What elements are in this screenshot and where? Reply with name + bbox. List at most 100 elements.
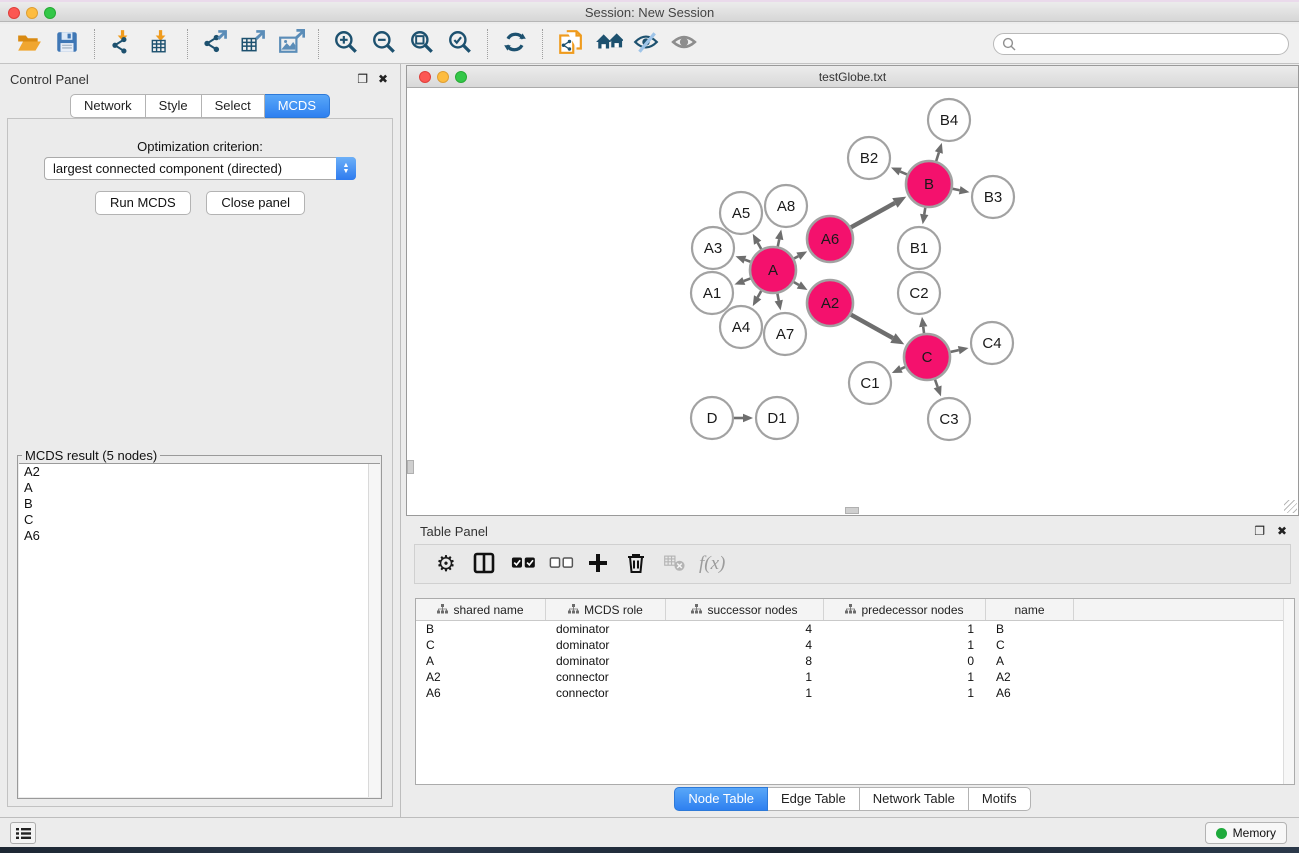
- task-history-button[interactable]: [10, 822, 36, 844]
- network-window-titlebar[interactable]: testGlobe.txt: [407, 66, 1298, 88]
- mcds-result-item[interactable]: A6: [19, 528, 380, 544]
- column-header-successor-nodes[interactable]: successor nodes: [666, 599, 824, 620]
- graph-edge[interactable]: [901, 367, 905, 369]
- add-column-icon: [586, 551, 610, 578]
- graph-edge[interactable]: [950, 350, 958, 352]
- show-graphics-button[interactable]: [668, 28, 700, 60]
- duplicate-network-button[interactable]: [554, 28, 586, 60]
- criterion-dropdown[interactable]: largest connected component (directed) ▲…: [44, 157, 356, 180]
- node-label: C4: [982, 335, 1001, 352]
- mcds-result-item[interactable]: A: [19, 480, 380, 496]
- control-panel-title: Control Panel: [10, 72, 89, 87]
- table-cell: 1: [666, 669, 824, 685]
- table-panel-title: Table Panel: [420, 524, 488, 539]
- table-cell: A: [986, 653, 1074, 669]
- home-button[interactable]: [592, 28, 624, 60]
- import-network-button[interactable]: [106, 28, 138, 60]
- graph-edge[interactable]: [745, 260, 751, 262]
- graph-edge[interactable]: [924, 208, 925, 215]
- table-cell: connector: [546, 669, 666, 685]
- export-table-button[interactable]: [237, 28, 269, 60]
- columns-button[interactable]: [469, 549, 499, 579]
- delete-table-button[interactable]: [659, 549, 689, 579]
- window-resize-grip[interactable]: [1284, 500, 1297, 513]
- mcds-result-list[interactable]: A2ABCA6: [19, 463, 380, 797]
- settings-gear-button[interactable]: ⚙: [431, 549, 461, 579]
- column-header-MCDS-role[interactable]: MCDS role: [546, 599, 666, 620]
- graph-edge[interactable]: [851, 315, 893, 338]
- table-row[interactable]: Bdominator41B: [416, 621, 1294, 637]
- memory-button[interactable]: Memory: [1205, 822, 1287, 844]
- run-mcds-button[interactable]: Run MCDS: [95, 191, 191, 215]
- result-list-scrollbar[interactable]: [368, 464, 380, 797]
- graph-edge[interactable]: [851, 203, 895, 227]
- mcds-result-item[interactable]: C: [19, 512, 380, 528]
- tab-style[interactable]: Style: [146, 94, 202, 118]
- column-header-name[interactable]: name: [986, 599, 1074, 620]
- import-table-button[interactable]: [144, 28, 176, 60]
- graph-edge[interactable]: [923, 327, 924, 333]
- node-label: B: [924, 176, 934, 193]
- open-file-button[interactable]: [13, 28, 45, 60]
- tab-network[interactable]: Network: [70, 94, 146, 118]
- hide-graphics-button[interactable]: [630, 28, 662, 60]
- tab-select[interactable]: Select: [202, 94, 265, 118]
- deselect-all-icon: [545, 552, 575, 577]
- list-icon: [16, 827, 31, 840]
- table-toolbar: ⚙ f(x): [414, 544, 1291, 584]
- graph-edge[interactable]: [900, 172, 907, 175]
- graph-edge[interactable]: [936, 152, 939, 161]
- node-label: B2: [860, 150, 878, 167]
- float-panel-icon[interactable]: ❐: [357, 72, 368, 86]
- search-box[interactable]: [993, 33, 1289, 55]
- column-header-shared-name[interactable]: shared name: [416, 599, 546, 620]
- graph-edge[interactable]: [794, 282, 799, 285]
- add-column-button[interactable]: [583, 549, 613, 579]
- export-network-button[interactable]: [199, 28, 231, 60]
- table-row[interactable]: Adominator80A: [416, 653, 1294, 669]
- graph-edge[interactable]: [758, 291, 762, 297]
- graph-edge[interactable]: [777, 294, 778, 301]
- tab-motifs[interactable]: Motifs: [969, 787, 1031, 811]
- graph-edge[interactable]: [953, 189, 960, 190]
- zoom-fit-button[interactable]: [406, 28, 438, 60]
- table-row[interactable]: A6connector11A6: [416, 685, 1294, 701]
- table-cell: C: [986, 637, 1074, 653]
- export-image-button[interactable]: [275, 28, 307, 60]
- table-float-panel-icon[interactable]: ❐: [1254, 524, 1265, 538]
- tab-edge-table[interactable]: Edge Table: [768, 787, 860, 811]
- column-header-predecessor-nodes[interactable]: predecessor nodes: [824, 599, 986, 620]
- table-row[interactable]: Cdominator41C: [416, 637, 1294, 653]
- canvas-bottom-scroll-stub[interactable]: [845, 507, 859, 514]
- zoom-out-button[interactable]: [368, 28, 400, 60]
- select-all-button[interactable]: [507, 549, 537, 579]
- refresh-button[interactable]: [499, 28, 531, 60]
- tab-node-table[interactable]: Node Table: [674, 787, 768, 811]
- table-scrollbar[interactable]: [1283, 599, 1294, 784]
- zoom-in-button[interactable]: [330, 28, 362, 60]
- save-session-button[interactable]: [51, 28, 83, 60]
- mcds-result-item[interactable]: A2: [19, 464, 380, 480]
- graph-edge[interactable]: [778, 239, 779, 246]
- delete-column-button[interactable]: [621, 549, 651, 579]
- canvas-left-scroll-stub[interactable]: [407, 460, 414, 474]
- tab-network-table[interactable]: Network Table: [860, 787, 969, 811]
- deselect-all-button[interactable]: [545, 549, 575, 579]
- graph-edge[interactable]: [744, 278, 751, 281]
- close-panel-icon[interactable]: ✖: [378, 72, 388, 86]
- graph-edge[interactable]: [935, 380, 938, 387]
- mcds-tab-content: Optimization criterion: largest connecte…: [7, 118, 393, 807]
- search-input[interactable]: [1021, 37, 1280, 51]
- table-close-panel-icon[interactable]: ✖: [1277, 524, 1287, 538]
- network-canvas[interactable]: B4B2BB3A5A8A6B1A3AC2A1A2A4A7C4CC1C3DD1: [407, 88, 1298, 514]
- graph-edge[interactable]: [758, 243, 762, 249]
- zoom-selected-button[interactable]: [444, 28, 476, 60]
- node-label: B3: [984, 189, 1002, 206]
- tab-mcds[interactable]: MCDS: [265, 94, 330, 118]
- function-builder-button[interactable]: f(x): [699, 553, 725, 575]
- column-tree-icon: [691, 603, 702, 617]
- graph-edge[interactable]: [794, 256, 798, 258]
- mcds-result-item[interactable]: B: [19, 496, 380, 512]
- table-row[interactable]: A2connector11A2: [416, 669, 1294, 685]
- close-panel-button[interactable]: Close panel: [206, 191, 305, 215]
